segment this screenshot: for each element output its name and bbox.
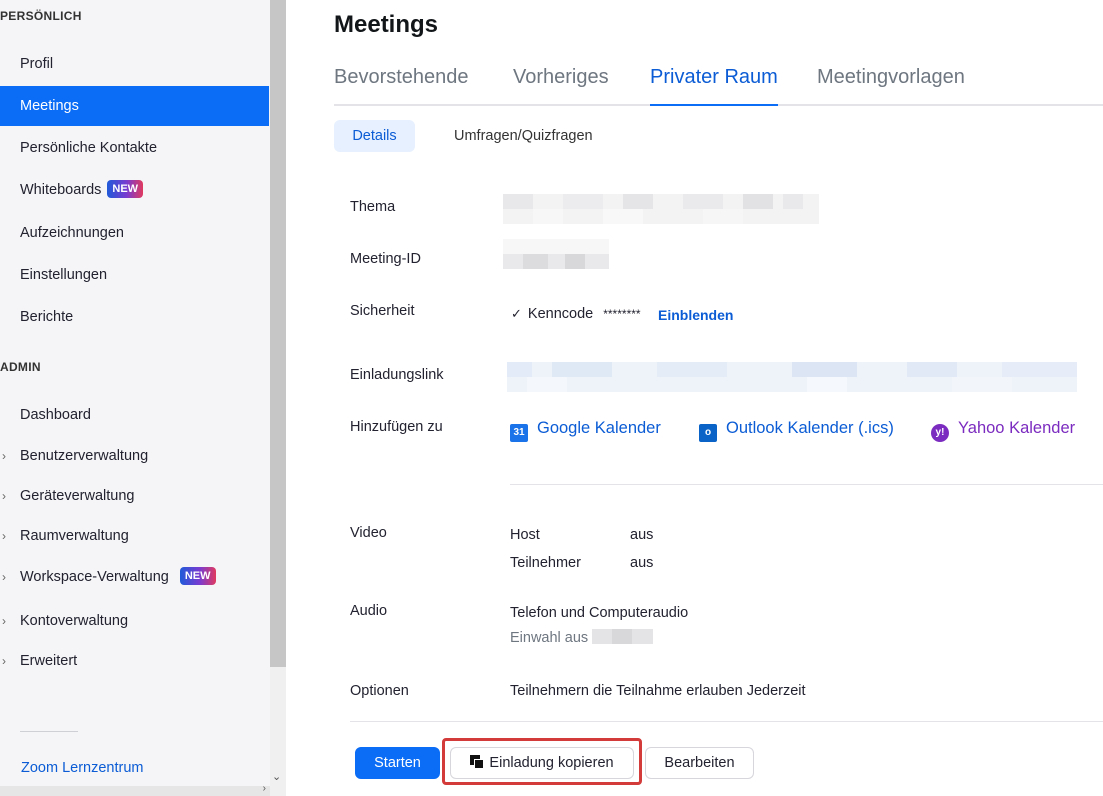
- sidebar-item-label: Persönliche Kontakte: [20, 140, 158, 156]
- new-badge: NEW: [179, 567, 216, 585]
- start-button[interactable]: Starten: [355, 747, 440, 779]
- security-label: Sicherheit: [350, 303, 415, 319]
- sidebar-item-recordings[interactable]: Aufzeichnungen: [0, 213, 269, 253]
- passcode-row: ✓ Kenncode ********: [511, 306, 641, 322]
- sidebar-item-label: Berichte: [20, 309, 74, 325]
- chevron-right-icon: ›: [2, 489, 6, 503]
- sidebar-item-label: Raumverwaltung: [20, 528, 129, 544]
- tab-personal-room[interactable]: Privater Raum: [650, 66, 778, 106]
- outlook-icon: o: [699, 424, 717, 442]
- section-divider: [510, 484, 1103, 485]
- invite-link-value-redacted: [507, 362, 1077, 392]
- sidebar: PERSÖNLICH Profil Meetings Persönliche K…: [0, 0, 270, 796]
- sidebar-item-label: Kontoverwaltung: [20, 613, 129, 629]
- sidebar-item-label: Geräteverwaltung: [20, 488, 135, 504]
- outlook-calendar-label: Outlook Kalender (.ics): [726, 419, 894, 437]
- outlook-calendar-link[interactable]: o Outlook Kalender (.ics): [699, 417, 894, 442]
- horizontal-scrollbar[interactable]: ›: [0, 783, 270, 796]
- sidebar-item-label: Whiteboards: [20, 182, 102, 198]
- learning-center-link[interactable]: Zoom Lernzentrum: [21, 760, 144, 776]
- passcode-label: Kenncode: [527, 306, 594, 322]
- sidebar-item-advanced[interactable]: › Erweitert: [0, 641, 269, 681]
- checkmark-icon: ✓: [511, 306, 522, 321]
- invite-link-label: Einladungslink: [350, 367, 444, 383]
- sidebar-item-whiteboards[interactable]: Whiteboards NEW: [0, 170, 269, 210]
- subtab-polls[interactable]: Umfragen/Quizfragen: [454, 120, 593, 152]
- options-value: Teilnehmern die Teilnahme erlauben Jeder…: [510, 683, 806, 699]
- topic-value-redacted: [503, 194, 819, 224]
- sidebar-item-workspace-management[interactable]: › Workspace-Verwaltung NEW: [0, 557, 269, 597]
- sidebar-item-label: Meetings: [20, 98, 79, 114]
- sidebar-item-label: Dashboard: [20, 407, 91, 423]
- sidebar-item-label: Workspace-Verwaltung: [20, 569, 169, 585]
- footer-divider: [350, 721, 1103, 722]
- page-title: Meetings: [334, 11, 439, 38]
- google-calendar-icon: 31: [510, 424, 528, 442]
- chevron-right-icon: ›: [2, 570, 6, 584]
- tab-upcoming[interactable]: Bevorstehende: [334, 66, 469, 106]
- sidebar-divider: [20, 731, 78, 732]
- topic-label: Thema: [350, 199, 396, 215]
- sidebar-item-room-management[interactable]: › Raumverwaltung: [0, 516, 269, 556]
- yahoo-icon: y!: [931, 424, 949, 442]
- tab-meeting-templates[interactable]: Meetingvorlagen: [817, 66, 965, 106]
- sidebar-scrollbar[interactable]: ⌄: [270, 0, 286, 796]
- show-passcode-link[interactable]: Einblenden: [658, 307, 733, 323]
- yahoo-calendar-label: Yahoo Kalender: [958, 419, 1076, 437]
- sidebar-item-dashboard[interactable]: Dashboard: [0, 395, 269, 435]
- google-calendar-link[interactable]: 31 Google Kalender: [510, 417, 661, 442]
- add-to-label: Hinzufügen zu: [350, 419, 443, 435]
- dial-in-label: Einwahl aus: [510, 630, 589, 646]
- chevron-right-icon: ›: [2, 654, 6, 668]
- options-label: Optionen: [350, 683, 409, 699]
- sidebar-item-account-management[interactable]: › Kontoverwaltung: [0, 601, 269, 641]
- meeting-id-label: Meeting-ID: [350, 251, 421, 267]
- yahoo-calendar-link[interactable]: y! Yahoo Kalender: [931, 417, 1076, 442]
- sidebar-item-settings[interactable]: Einstellungen: [0, 255, 269, 295]
- chevron-right-icon: ›: [2, 449, 6, 463]
- meeting-id-value-redacted: [503, 239, 609, 269]
- video-label: Video: [350, 525, 387, 541]
- sidebar-item-contacts[interactable]: Persönliche Kontakte: [0, 128, 269, 168]
- chevron-right-icon: ›: [2, 614, 6, 628]
- video-host-value: aus: [630, 527, 654, 543]
- google-calendar-label: Google Kalender: [537, 419, 661, 437]
- sidebar-item-label: Profil: [20, 56, 54, 72]
- sidebar-item-profil[interactable]: Profil: [0, 44, 269, 84]
- sidebar-item-reports[interactable]: Berichte: [0, 297, 269, 337]
- sidebar-item-label: Einstellungen: [20, 267, 108, 283]
- video-host-label: Host: [510, 527, 540, 543]
- chevron-right-icon[interactable]: ›: [263, 783, 266, 794]
- sidebar-item-device-management[interactable]: › Geräteverwaltung: [0, 476, 269, 516]
- chevron-down-icon[interactable]: ⌄: [272, 770, 281, 783]
- dial-in-value-redacted: [592, 629, 653, 644]
- subtab-details[interactable]: Details: [334, 120, 415, 152]
- highlight-box: [442, 738, 642, 785]
- video-participant-label: Teilnehmer: [510, 555, 581, 571]
- sidebar-item-label: Erweitert: [20, 653, 78, 669]
- scrollbar-thumb[interactable]: [270, 0, 286, 667]
- audio-label: Audio: [350, 603, 388, 619]
- video-participant-value: aus: [630, 555, 654, 571]
- sidebar-item-label: Aufzeichnungen: [20, 225, 124, 241]
- audio-value: Telefon und Computeraudio: [510, 605, 689, 621]
- sidebar-item-meetings[interactable]: Meetings: [0, 86, 269, 126]
- sidebar-item-label: Benutzerverwaltung: [20, 448, 149, 464]
- chevron-right-icon: ›: [2, 529, 6, 543]
- section-heading-personal: PERSÖNLICH: [0, 9, 82, 23]
- tab-previous[interactable]: Vorheriges: [513, 66, 609, 106]
- tab-bar: Bevorstehende Vorheriges Privater Raum M…: [334, 66, 1103, 106]
- passcode-masked: ********: [603, 307, 641, 321]
- edit-button[interactable]: Bearbeiten: [645, 747, 754, 779]
- sidebar-item-user-management[interactable]: › Benutzerverwaltung: [0, 436, 269, 476]
- new-badge: NEW: [107, 180, 144, 198]
- section-heading-admin: ADMIN: [0, 360, 41, 374]
